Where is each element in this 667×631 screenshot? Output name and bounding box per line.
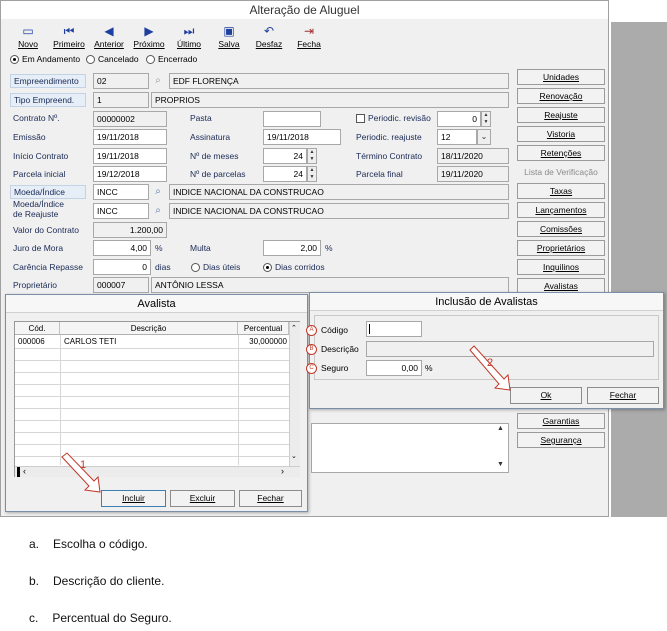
caption-b: b. Descrição do cliente. (29, 574, 165, 588)
marker-1: 1 (80, 459, 87, 471)
annotation-arrows (61, 345, 511, 493)
caption-a: a. Escolha o código. (29, 537, 148, 551)
marker-2: 2 (487, 357, 494, 369)
caption-c: c. Percentual do Seguro. (29, 611, 172, 625)
